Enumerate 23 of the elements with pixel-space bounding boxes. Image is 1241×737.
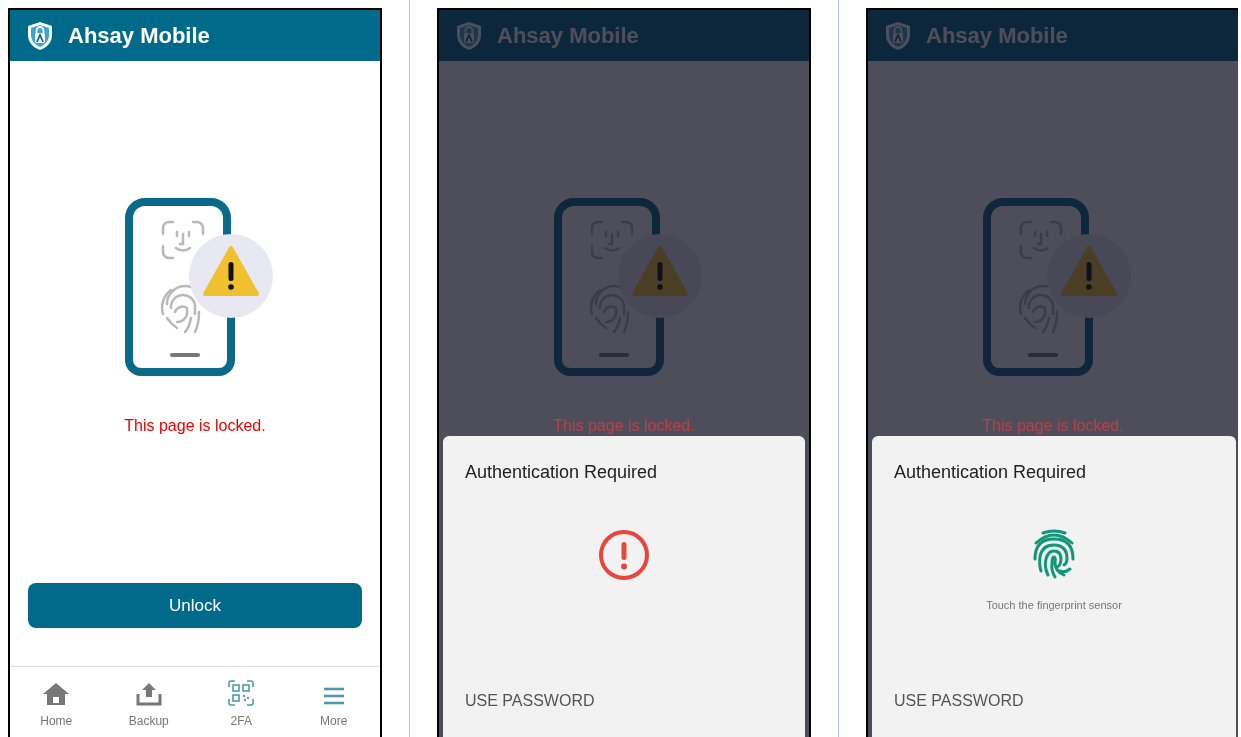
app-title: Ahsay Mobile (497, 22, 639, 49)
upload-icon (135, 682, 162, 706)
locked-message: This page is locked. (124, 417, 266, 435)
app-title: Ahsay Mobile (68, 22, 210, 49)
dialog-title: Authentication Required (465, 462, 659, 483)
unlock-button[interactable]: Unlock (28, 583, 362, 628)
dialog-hint: Touch the fingerprint sensor (986, 599, 1122, 611)
app-title: Ahsay Mobile (926, 22, 1068, 49)
nav-tab[interactable]: Backup (102, 667, 195, 737)
error-icon (598, 529, 650, 581)
home-icon (42, 682, 71, 706)
nav-tab[interactable]: Home (10, 667, 103, 737)
dialog-title: Authentication Required (894, 462, 1088, 483)
locked-message: This page is locked. (982, 417, 1124, 435)
shield-logo-icon (26, 20, 54, 51)
qr-code-icon (228, 680, 255, 706)
use-password-button[interactable]: USE PASSWORD (465, 692, 595, 710)
use-password-button[interactable]: USE PASSWORD (894, 692, 1024, 710)
nav-tab[interactable]: More (287, 667, 380, 737)
nav-tab[interactable]: 2FA (195, 667, 288, 737)
fingerprint-icon (1031, 529, 1077, 581)
locked-message: This page is locked. (553, 417, 695, 435)
menu-icon (321, 686, 346, 706)
